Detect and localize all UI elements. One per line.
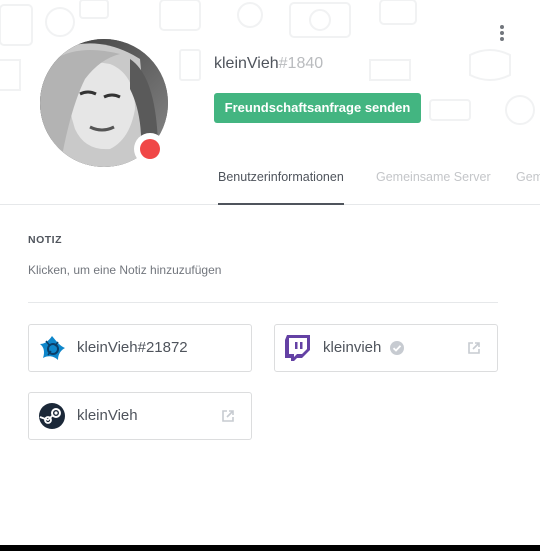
status-dnd-indicator: [134, 133, 166, 165]
connected-account-steam: kleinVieh: [28, 392, 252, 440]
username-text: kleinVieh: [214, 55, 279, 72]
send-friend-request-button[interactable]: Freundschaftsanfrage senden: [214, 93, 421, 123]
note-input[interactable]: Klicken, um eine Notiz hinzuzufügen: [28, 263, 221, 277]
backdrop-edge: [0, 545, 540, 551]
external-link-icon[interactable]: [466, 340, 482, 356]
twitch-icon: [285, 335, 310, 361]
discriminator-text: #1840: [278, 55, 324, 72]
verified-check-icon: [390, 341, 404, 355]
battlenet-icon: [40, 336, 65, 360]
avatar-container: [40, 39, 168, 167]
profile-username: kleinVieh#1840: [214, 55, 323, 73]
connected-account-battlenet: kleinVieh#21872: [28, 324, 252, 372]
profile-body: NOTIZ Klicken, um eine Notiz hinzuzufüge…: [0, 206, 540, 545]
account-name: kleinVieh#21872: [77, 339, 188, 356]
steam-icon: [39, 403, 65, 429]
tab-mutual-friends[interactable]: Gem: [516, 160, 540, 205]
tab-user-info[interactable]: Benutzerinformationen: [218, 160, 344, 205]
external-link-icon[interactable]: [220, 408, 236, 424]
profile-header: kleinVieh#1840 Freundschaftsanfrage send…: [0, 0, 540, 205]
user-profile-modal: kleinVieh#1840 Freundschaftsanfrage send…: [0, 0, 540, 545]
divider: [28, 302, 498, 303]
more-options-icon[interactable]: [494, 22, 510, 44]
tab-mutual-servers[interactable]: Gemeinsame Server: [376, 160, 491, 205]
connected-account-twitch: kleinvieh: [274, 324, 498, 372]
note-heading: NOTIZ: [28, 234, 62, 246]
account-name: kleinVieh: [77, 407, 138, 424]
account-name: kleinvieh: [323, 339, 382, 356]
